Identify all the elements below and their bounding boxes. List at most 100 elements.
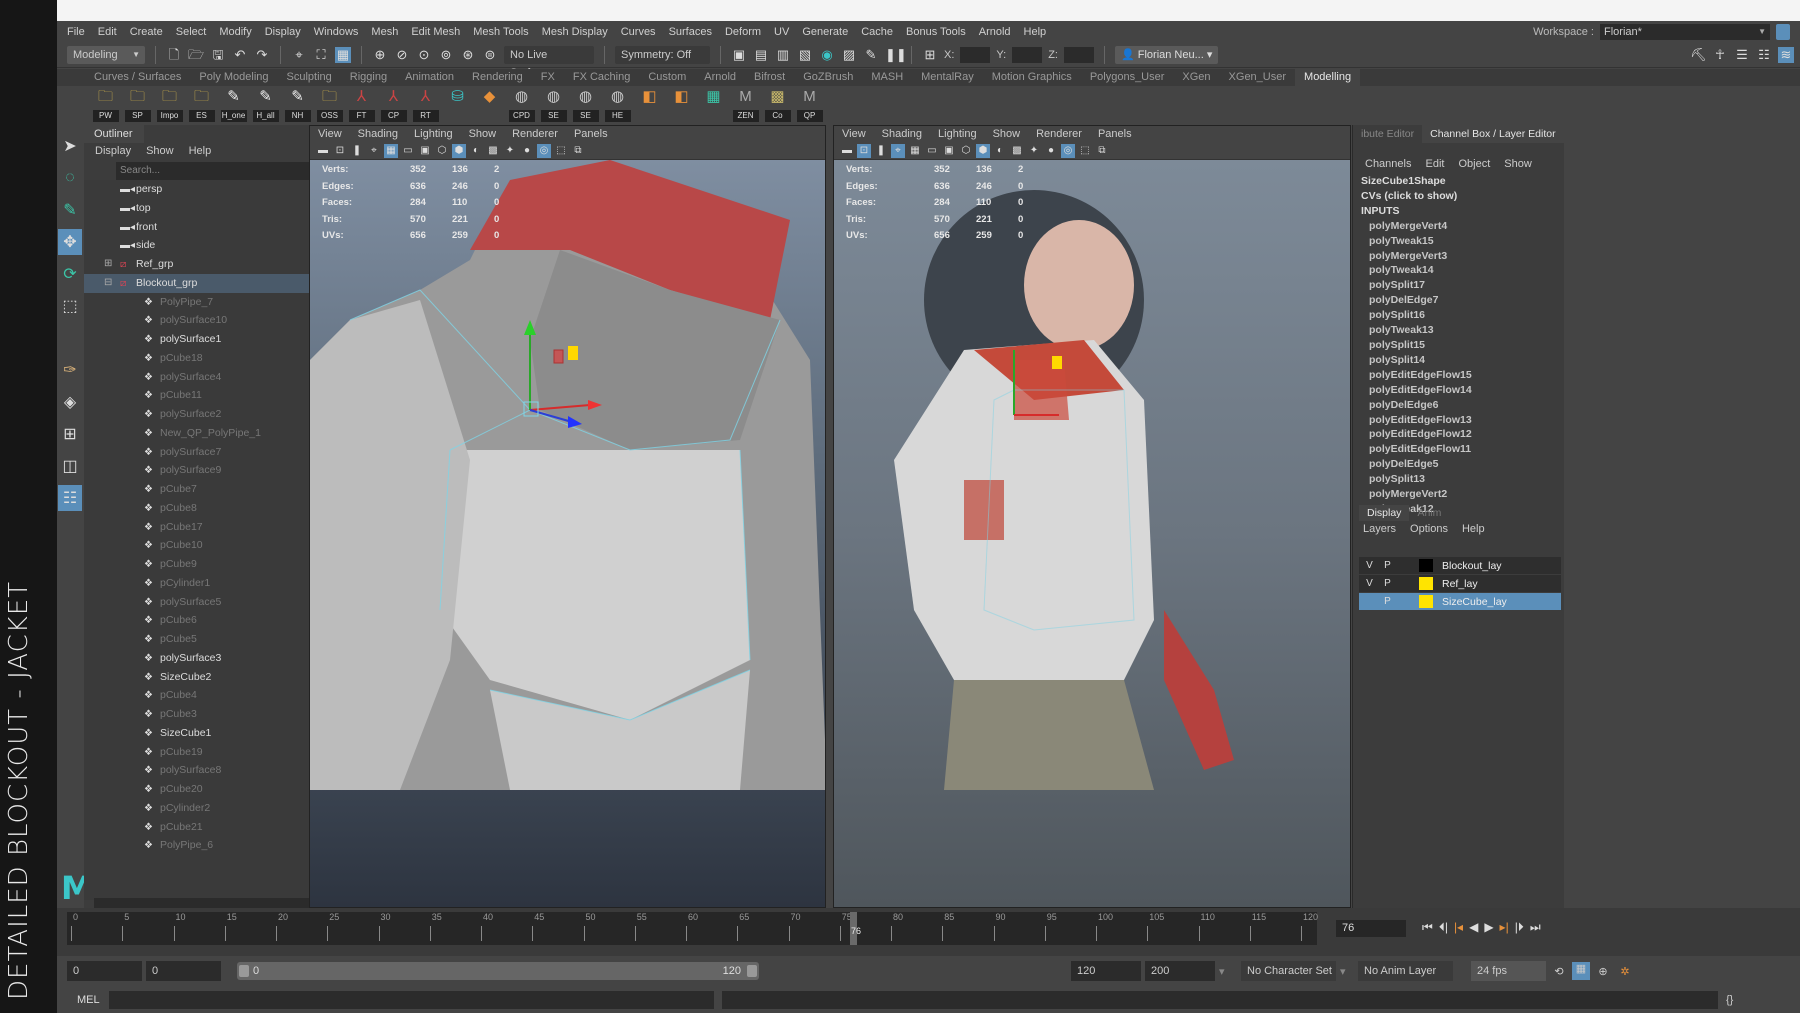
outliner-item[interactable]: ❖ polySurface9 xyxy=(84,461,346,480)
tab-attribute-editor[interactable]: ibute Editor xyxy=(1353,125,1422,143)
step-forward-frame-icon[interactable]: ▸| xyxy=(1500,920,1509,935)
input-node[interactable]: polyMergeVert2 xyxy=(1361,487,1564,502)
camera-icon[interactable]: ▬ xyxy=(840,144,854,158)
auto-key-icon[interactable]: ⊕ xyxy=(1594,965,1612,978)
step-forward-key-icon[interactable]: |⏵ xyxy=(1515,920,1524,935)
live-surface-field[interactable]: No Live Surface xyxy=(504,45,594,79)
layer-color-swatch[interactable] xyxy=(1419,577,1433,590)
play-backwards-icon[interactable]: ◀ xyxy=(1469,920,1478,935)
viewport-menu-lighting[interactable]: Lighting xyxy=(938,126,977,142)
input-node[interactable]: polySplit17 xyxy=(1361,278,1564,293)
outliner-item[interactable]: ❖ New_QP_PolyPipe_1 xyxy=(84,424,346,443)
shelf-tab-rendering[interactable]: Rendering xyxy=(463,69,532,86)
camera-icon[interactable]: ▬ xyxy=(316,144,330,158)
yellow-handle[interactable] xyxy=(1052,356,1062,369)
step-back-key-icon[interactable]: ⏴| xyxy=(1439,920,1448,935)
outliner-tab[interactable]: Outliner xyxy=(84,125,144,143)
shadows-icon[interactable]: ● xyxy=(1044,144,1058,158)
loop-icon[interactable]: ⟲ xyxy=(1550,965,1568,978)
move-tool-icon[interactable]: ✥ xyxy=(58,229,82,255)
xray-icon[interactable]: ◐ xyxy=(993,144,1007,158)
menu-edit[interactable]: Edit xyxy=(98,26,117,38)
viewport-menu-show[interactable]: Show xyxy=(469,126,497,142)
animation-prefs-icon[interactable]: ✲ xyxy=(1616,965,1634,978)
shelf-tab-animation[interactable]: Animation xyxy=(396,69,463,86)
input-node[interactable]: polyDelEdge6 xyxy=(1361,398,1564,413)
bookmark-icon[interactable]: ❚ xyxy=(874,144,888,158)
menu-generate[interactable]: Generate xyxy=(802,26,848,38)
shelf-button[interactable]: ◆ xyxy=(476,88,503,122)
ipr-render-icon[interactable]: ▥ xyxy=(775,47,791,63)
outliner-item[interactable]: ❖ SizeCube2 xyxy=(84,668,346,687)
shelf-tab-fx-caching[interactable]: FX Caching xyxy=(564,69,639,86)
range-slider-bar[interactable]: 0 120 xyxy=(237,962,759,980)
fps-dropdown[interactable]: 24 fps xyxy=(1471,961,1546,981)
user-account-dropdown[interactable]: 👤 Florian Neu... ▾ xyxy=(1114,45,1219,64)
display-layer-row[interactable]: P SizeCube_lay xyxy=(1359,593,1561,610)
shelf-tab-fx[interactable]: FX xyxy=(532,69,564,86)
outliner-item[interactable]: ❖ polySurface2 xyxy=(84,405,346,424)
viewport-menu-panels[interactable]: Panels xyxy=(1098,126,1132,142)
shelf-button[interactable]: ✎ H_one xyxy=(220,88,247,122)
outliner-item[interactable]: ❖ pCube18 xyxy=(84,349,346,368)
snap-live-icon[interactable]: ⊜ xyxy=(482,47,498,63)
select-component-icon[interactable]: ▦ xyxy=(335,46,351,63)
outliner-item[interactable]: ⊟ ⧄ Blockout_grp xyxy=(84,273,346,293)
visibility-toggle[interactable]: V xyxy=(1362,577,1377,590)
shelf-button[interactable]: ⅄ FT xyxy=(348,88,375,122)
outliner-item[interactable]: ❖ pCube4 xyxy=(84,686,346,705)
shelf-button[interactable]: ▦ xyxy=(700,88,727,122)
playback-start-field[interactable]: 0 xyxy=(146,961,221,981)
shelf-button[interactable]: 🗀 Impo xyxy=(156,88,183,122)
visibility-toggle[interactable] xyxy=(1362,595,1377,608)
outliner-item[interactable]: ❖ pCube17 xyxy=(84,518,346,537)
le-menu-help[interactable]: Help xyxy=(1462,523,1485,535)
input-node[interactable]: polyEditEdgeFlow11 xyxy=(1361,442,1564,457)
display-layer-row[interactable]: V P Blockout_lay xyxy=(1359,557,1561,574)
expand-toggle-icon[interactable]: ⊞ xyxy=(104,255,112,274)
viewport-right[interactable]: View Shading Lighting Show Renderer Panels ▬ ⊡… xyxy=(833,125,1351,908)
anim-layer-dropdown[interactable]: No Anim Layer xyxy=(1358,961,1453,981)
cb-menu-show[interactable]: Show xyxy=(1504,156,1532,172)
textured-icon[interactable]: ▩ xyxy=(1010,144,1024,158)
go-to-end-icon[interactable]: ⏭ xyxy=(1530,920,1541,935)
select-camera-icon[interactable]: ⬚ xyxy=(1078,144,1092,158)
smooth-shade-icon[interactable]: ⬢ xyxy=(976,143,990,158)
menu-uv[interactable]: UV xyxy=(774,26,789,38)
shelf-tab-motion-graphics[interactable]: Motion Graphics xyxy=(983,69,1081,86)
input-node[interactable]: polyTweak13 xyxy=(1361,323,1564,338)
shelf-tab-xgen[interactable]: XGen xyxy=(1173,69,1219,86)
outliner-item[interactable]: ❖ polySurface7 xyxy=(84,443,346,462)
edit-tool-icon[interactable]: ✑ xyxy=(58,357,82,383)
input-node[interactable]: polyMergeVert3 xyxy=(1361,249,1564,264)
modeling-toolkit-icon[interactable]: ⛏ xyxy=(1690,47,1707,63)
step-back-frame-icon[interactable]: |◂ xyxy=(1454,920,1463,935)
shelf-button[interactable]: ▩ Co xyxy=(764,88,791,122)
panel-layout-icon[interactable]: ⧉ xyxy=(1095,144,1109,158)
playback-end-field[interactable]: 120 xyxy=(1071,961,1141,981)
shelf-tab-bifrost[interactable]: Bifrost xyxy=(745,69,794,86)
outliner-item[interactable]: ❖ pCylinder2 xyxy=(84,799,346,818)
grid-icon[interactable]: ▦ xyxy=(384,143,398,158)
viewport-scene[interactable]: Verts: 352 136 2 Edges: 636 246 0 Faces: 284 110 0 T… xyxy=(834,160,1350,907)
outliner-item[interactable]: ❖ polySurface10 xyxy=(84,311,346,330)
le-menu-options[interactable]: Options xyxy=(1410,523,1448,535)
isolate-icon[interactable]: ◎ xyxy=(1061,143,1075,158)
input-node[interactable]: polyDelEdge7 xyxy=(1361,293,1564,308)
smooth-shade-icon[interactable]: ⬢ xyxy=(452,143,466,158)
shelf-button[interactable]: ◍ SE xyxy=(540,88,567,122)
outliner-item[interactable]: ❖ SizeCube1 xyxy=(84,724,346,743)
lock-icon[interactable] xyxy=(1776,24,1790,40)
snap-curve-icon[interactable]: ⊘ xyxy=(394,47,410,63)
shelf-button[interactable]: M QP xyxy=(796,88,823,122)
current-time-marker[interactable]: 76 xyxy=(850,912,861,945)
snap-grid-icon[interactable]: ⊕ xyxy=(372,47,388,63)
shelf-button[interactable]: ⅄ CP xyxy=(380,88,407,122)
snap-point-icon[interactable]: ⊙ xyxy=(416,47,432,63)
mel-label[interactable]: MEL xyxy=(77,994,101,1006)
shelf-button[interactable]: 🗀 ES xyxy=(188,88,215,122)
outliner-item[interactable]: ❖ pCube8 xyxy=(84,499,346,518)
pause-viewport-icon[interactable]: ❚❚ xyxy=(885,47,907,63)
save-scene-icon[interactable]: 🖫 xyxy=(210,47,226,63)
menu-select[interactable]: Select xyxy=(176,26,207,38)
